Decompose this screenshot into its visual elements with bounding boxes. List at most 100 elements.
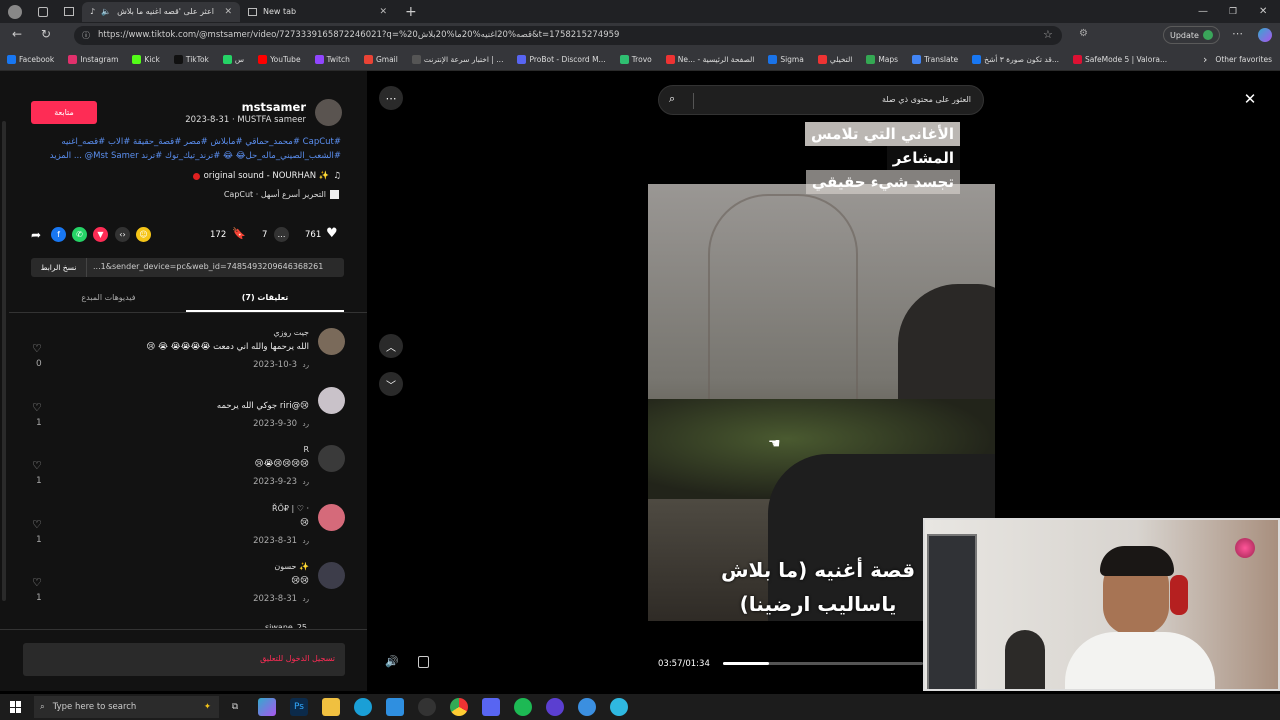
bookmark-item[interactable]: YouTube xyxy=(258,54,301,64)
back-icon[interactable]: ← xyxy=(12,27,22,41)
commenter-name[interactable]: ŘŐ₽ | ♡ · xyxy=(272,504,309,513)
caption-hashtags[interactable]: #CapCut #محمد_حماقي #مابلاش #مصر #قصة_حق… xyxy=(21,137,341,147)
reply-button[interactable]: رد xyxy=(303,420,310,428)
bookmark-item[interactable]: Twitch xyxy=(314,54,350,64)
start-icon[interactable] xyxy=(10,701,22,713)
commenter-name[interactable]: R xyxy=(303,445,309,454)
bookmark-item[interactable]: TikTok xyxy=(173,54,209,64)
login-to-comment-link[interactable]: تسجيل الدخول للتعليق xyxy=(260,654,335,663)
workspaces-icon[interactable] xyxy=(38,6,48,17)
close-window-icon[interactable]: ✕ xyxy=(1259,6,1267,17)
photoshop-icon[interactable]: Ps xyxy=(290,698,308,716)
audio-icon[interactable]: 🔈 xyxy=(101,7,111,16)
commenter-avatar[interactable] xyxy=(318,328,345,355)
refresh-icon[interactable]: ↻ xyxy=(41,27,51,41)
comment-input-bar[interactable]: تسجيل الدخول للتعليق xyxy=(23,643,345,676)
bookmark-item[interactable]: Translate xyxy=(912,54,958,64)
bookmark-item[interactable]: Kick xyxy=(132,54,160,64)
discord-icon[interactable] xyxy=(482,698,500,716)
update-button[interactable]: Update xyxy=(1163,26,1220,44)
bookmark-item[interactable]: Trovo xyxy=(619,54,652,64)
bookmark-icon[interactable]: 🔖 xyxy=(232,227,246,240)
bookmarks-overflow-icon[interactable]: › xyxy=(1203,53,1207,66)
related-search-bar[interactable]: ⌕ العثور على محتوى ذي صلة xyxy=(658,85,984,115)
reply-button[interactable]: رد xyxy=(303,595,310,603)
file-explorer-icon[interactable] xyxy=(322,698,340,716)
comment-like-icon[interactable]: ♡ xyxy=(32,576,42,589)
app-icon-purple[interactable] xyxy=(546,698,564,716)
commenter-avatar[interactable] xyxy=(318,562,345,589)
new-tab-button[interactable]: + xyxy=(405,4,417,20)
edge-icon[interactable] xyxy=(354,698,372,716)
author-username[interactable]: mstsamer xyxy=(242,100,306,114)
bookmark-item[interactable]: التخيلي xyxy=(817,54,852,64)
previous-video-button[interactable]: ︿ xyxy=(379,334,403,358)
task-view-icon[interactable]: ⧉ xyxy=(226,698,244,716)
tab-actions-icon[interactable] xyxy=(64,7,74,16)
embed-icon[interactable]: ‹› xyxy=(115,227,130,242)
commenter-avatar[interactable] xyxy=(318,445,345,472)
info-icon[interactable]: ⓘ xyxy=(82,26,90,45)
other-favorites[interactable]: Other favorites xyxy=(1215,55,1272,64)
profile-icon[interactable] xyxy=(8,4,22,19)
chrome-icon[interactable] xyxy=(450,698,468,716)
extensions-icon[interactable]: ⚙ xyxy=(1079,28,1088,39)
bookmark-item[interactable]: SafeMode 5 | Valora... xyxy=(1073,54,1167,64)
minimize-icon[interactable]: — xyxy=(1198,6,1208,17)
follow-button[interactable]: متابعة xyxy=(31,101,97,124)
whatsapp-share-icon[interactable]: ✆ xyxy=(72,227,87,242)
reply-button[interactable]: رد xyxy=(303,537,310,545)
comment-like-icon[interactable]: ♡ xyxy=(32,401,42,414)
bookmark-item[interactable]: Maps xyxy=(866,54,898,64)
emoji-share-icon[interactable]: ☺ xyxy=(136,227,151,242)
facebook-share-icon[interactable]: f xyxy=(51,227,66,242)
close-tab-icon[interactable]: ✕ xyxy=(224,7,232,17)
more-menu-icon[interactable]: ⋯ xyxy=(1232,27,1243,40)
pip-icon[interactable] xyxy=(418,656,429,668)
bookmark-item[interactable]: قد تكون صورة ٣ أشخ... xyxy=(972,54,1059,64)
reply-button[interactable]: رد xyxy=(303,478,310,486)
comment-like-icon[interactable]: ♡ xyxy=(32,518,42,531)
spotify-icon[interactable] xyxy=(514,698,532,716)
commenter-name[interactable]: حسون ✨ xyxy=(274,562,309,571)
commenter-avatar[interactable] xyxy=(318,503,345,531)
caption-more[interactable]: #الشعب_الصيني_ماله_حل😂 😂 #ترند_تيك_توك #… xyxy=(21,151,341,161)
app-icon-blue[interactable] xyxy=(578,698,596,716)
bookmark-item[interactable]: Instagram xyxy=(68,54,118,64)
next-video-button[interactable]: ﹀ xyxy=(379,372,403,396)
restore-icon[interactable]: ❐ xyxy=(1229,7,1237,17)
more-options-button[interactable]: ⋯ xyxy=(379,86,403,110)
close-tab-icon[interactable]: ✕ xyxy=(379,7,387,17)
app-icon-cyan[interactable] xyxy=(610,698,628,716)
reply-button[interactable]: رد xyxy=(303,361,310,369)
taskbar-search-box[interactable]: ⌕ Type here to search ✦ xyxy=(34,696,219,718)
author-avatar[interactable] xyxy=(315,99,342,126)
obs-icon[interactable] xyxy=(418,698,436,716)
bookmark-item[interactable]: ProBot - Discord M... xyxy=(517,54,606,64)
volume-icon[interactable]: 🔊 xyxy=(385,655,399,668)
like-icon[interactable]: ♥ xyxy=(326,226,338,241)
commenter-name[interactable]: جيت روزي xyxy=(273,328,309,337)
copilot-icon[interactable] xyxy=(1258,28,1272,42)
bookmark-item[interactable]: Ne... - الصفحة الرئيسية xyxy=(665,54,754,64)
bookmark-item[interactable]: Sigma xyxy=(768,54,804,64)
favorite-star-icon[interactable]: ☆ xyxy=(1043,28,1053,41)
store-icon[interactable] xyxy=(386,698,404,716)
copy-link-button[interactable]: نسخ الرابط xyxy=(31,258,87,277)
share-icon[interactable]: ➦ xyxy=(31,228,41,242)
url-field[interactable]: ⓘ https://www.tiktok.com/@mstsamer/video… xyxy=(74,26,1062,45)
video-progress-track[interactable] xyxy=(723,662,923,665)
comment-icon[interactable]: … xyxy=(274,227,289,242)
copilot-taskbar-icon[interactable] xyxy=(258,698,276,716)
scrollbar[interactable] xyxy=(2,121,6,601)
sound-row[interactable]: original sound - NOURHAN ✨ ♫ xyxy=(192,171,341,181)
close-video-button[interactable]: ✕ xyxy=(1238,87,1262,111)
telegram-share-icon[interactable]: ▼ xyxy=(93,227,108,242)
comment-like-icon[interactable]: ♡ xyxy=(32,459,42,472)
commenter-avatar[interactable] xyxy=(318,386,345,414)
tab-tiktok[interactable]: ♪ 🔈 اعثر على 'قصه اغنيه ما بلاش ✕ xyxy=(82,1,240,22)
tab-new-tab[interactable]: New tab ✕ xyxy=(240,2,395,22)
bookmark-item[interactable]: اختبار سرعة الإنترنت | ... xyxy=(411,54,503,64)
capcut-row[interactable]: CapCut · التحرير أسرع أسهل xyxy=(224,190,339,199)
comment-like-icon[interactable]: ♡ xyxy=(32,342,42,355)
